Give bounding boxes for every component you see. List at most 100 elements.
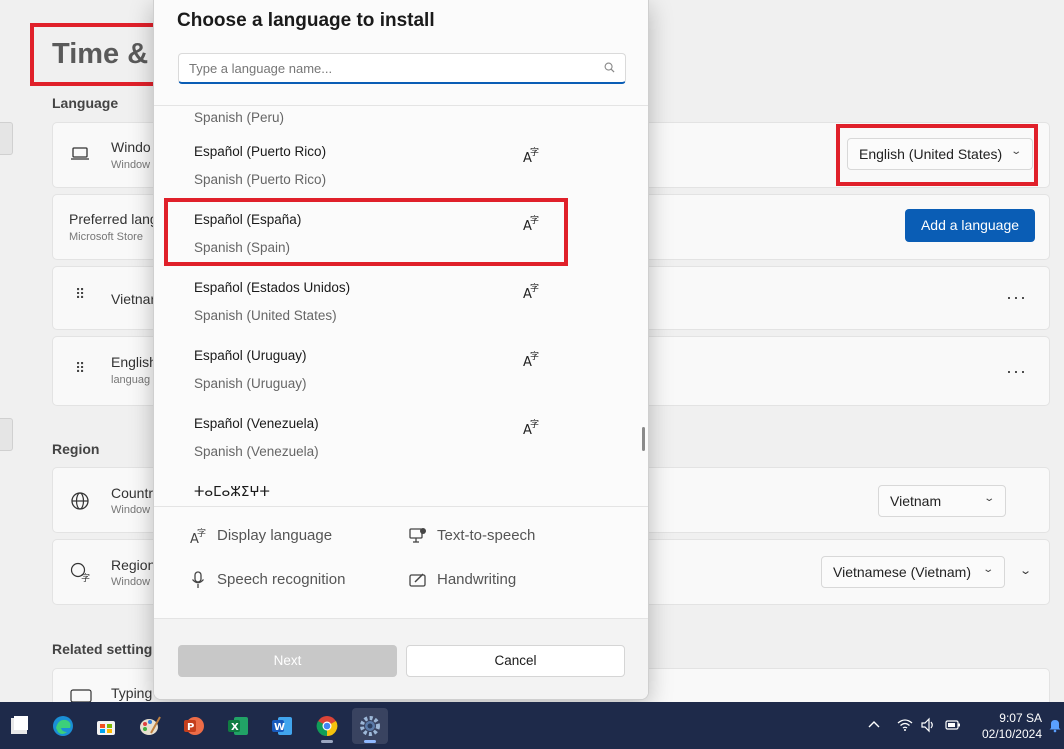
card-subtitle: Window bbox=[111, 159, 151, 171]
language-search-box[interactable] bbox=[178, 53, 626, 84]
display-language-icon: A字 bbox=[190, 527, 206, 545]
nav-edge[interactable] bbox=[0, 418, 13, 451]
globe-icon bbox=[70, 491, 90, 516]
display-language-icon: A字 bbox=[523, 146, 539, 164]
language-native-name: ⵜⴰⵎⴰⵣⵉⵖⵜ bbox=[194, 484, 270, 499]
legend-display-language: Display language bbox=[217, 527, 333, 544]
language-native-name: Español (España) bbox=[194, 212, 302, 227]
drag-handle-icon[interactable]: ⠿ bbox=[75, 287, 85, 301]
add-language-button[interactable]: Add a language bbox=[905, 209, 1035, 242]
taskbar: P X W 9:07 SA 02/10/2024 bbox=[0, 702, 1064, 749]
card-title: Preferred lang bbox=[69, 211, 158, 227]
display-language-icon: A字 bbox=[523, 282, 539, 300]
list-item[interactable]: Español (Estados Unidos) Spanish (United… bbox=[154, 280, 634, 348]
dropdown-value: English (United States) bbox=[859, 146, 1003, 162]
chevron-down-icon: ⌄ bbox=[982, 493, 995, 504]
chrome-icon bbox=[316, 716, 338, 737]
language-english-name: Spanish (Peru) bbox=[194, 110, 285, 125]
taskbar-app-settings[interactable] bbox=[352, 708, 388, 744]
card-subtitle: Microsoft Store bbox=[69, 231, 143, 243]
dropdown-value: Vietnamese (Vietnam) bbox=[833, 564, 971, 580]
svg-text:字: 字 bbox=[530, 214, 539, 226]
text-to-speech-icon bbox=[409, 528, 426, 543]
card-subtitle: Window bbox=[111, 576, 151, 588]
language-english-name: Spanish (Puerto Rico) bbox=[194, 172, 327, 187]
related-settings-label: Related settings bbox=[52, 641, 161, 657]
taskbar-app-chrome[interactable] bbox=[309, 708, 345, 744]
language-native-name: Español (Venezuela) bbox=[194, 416, 319, 431]
more-options-icon[interactable]: ··· bbox=[1006, 287, 1027, 308]
list-item[interactable]: Español (Puerto Rico) Spanish (Puerto Ri… bbox=[154, 144, 634, 212]
list-item[interactable]: Español (Uruguay) Spanish (Uruguay) A字 bbox=[154, 348, 634, 416]
svg-text:字: 字 bbox=[530, 350, 539, 362]
chevron-up-icon[interactable] bbox=[866, 717, 882, 733]
language-english-name: Spanish (Venezuela) bbox=[194, 444, 319, 459]
list-item[interactable]: Español (Venezuela) Spanish (Venezuela) … bbox=[154, 416, 634, 484]
store-icon bbox=[97, 721, 115, 735]
svg-text:字: 字 bbox=[530, 418, 539, 430]
display-language-icon: A字 bbox=[523, 418, 539, 436]
chevron-down-icon: ⌄ bbox=[1009, 146, 1022, 157]
list-scrollbar[interactable] bbox=[642, 427, 645, 451]
wifi-icon[interactable] bbox=[897, 717, 913, 733]
taskbar-app-store[interactable] bbox=[88, 708, 124, 744]
nav-edge[interactable] bbox=[0, 122, 13, 155]
battery-icon[interactable] bbox=[945, 717, 961, 733]
search-icon[interactable] bbox=[604, 62, 615, 73]
svg-text:P: P bbox=[187, 722, 194, 733]
settings-icon bbox=[360, 716, 380, 736]
start-button[interactable] bbox=[2, 708, 38, 744]
language-search-input[interactable] bbox=[179, 54, 579, 82]
svg-text:字: 字 bbox=[197, 527, 206, 539]
regional-format-dropdown[interactable]: Vietnamese (Vietnam) ⌄ bbox=[821, 556, 1005, 588]
dropdown-value: Vietnam bbox=[890, 493, 942, 509]
volume-icon[interactable] bbox=[920, 717, 936, 733]
language-native-name: Español (Puerto Rico) bbox=[194, 144, 327, 159]
list-item[interactable]: ⵜⴰⵎⴰⵣⵉⵖⵜ bbox=[154, 484, 634, 506]
language-list[interactable]: Spanish (Peru) Español (Puerto Rico) Spa… bbox=[154, 106, 648, 506]
excel-icon: X bbox=[228, 717, 248, 735]
powerpoint-icon: P bbox=[184, 717, 204, 735]
card-title: Region bbox=[111, 557, 156, 573]
choose-language-dialog: Choose a language to install Spanish (Pe… bbox=[153, 0, 649, 700]
cancel-button[interactable]: Cancel bbox=[406, 645, 625, 677]
country-dropdown[interactable]: Vietnam ⌄ bbox=[878, 485, 1006, 517]
drag-handle-icon[interactable]: ⠿ bbox=[75, 361, 85, 375]
card-title: Countr bbox=[111, 485, 154, 501]
system-clock[interactable]: 9:07 SA 02/10/2024 bbox=[982, 710, 1042, 742]
card-subtitle: Window bbox=[111, 504, 151, 516]
language-row-subtitle: languag bbox=[111, 374, 151, 386]
edge-icon bbox=[53, 716, 73, 736]
expand-chevron-icon[interactable]: ⌄ bbox=[1019, 564, 1032, 577]
taskbar-app-paint[interactable] bbox=[132, 708, 168, 744]
legend-speech-recognition: Speech recognition bbox=[217, 571, 346, 588]
language-english-name: Spanish (Uruguay) bbox=[194, 376, 307, 391]
taskbar-app-edge[interactable] bbox=[45, 708, 81, 744]
word-icon: W bbox=[272, 717, 292, 735]
display-language-icon: A字 bbox=[523, 350, 539, 368]
taskbar-app-word[interactable]: W bbox=[264, 708, 300, 744]
taskbar-app-powerpoint[interactable]: P bbox=[176, 708, 212, 744]
clock-date: 02/10/2024 bbox=[981, 727, 1042, 741]
divider bbox=[154, 506, 648, 507]
svg-text:X: X bbox=[231, 722, 239, 733]
notification-bell-icon[interactable] bbox=[1047, 717, 1063, 733]
list-item[interactable]: Español (España) Spanish (Spain) A字 bbox=[154, 212, 634, 280]
language-english-name: Spanish (United States) bbox=[194, 308, 337, 323]
handwriting-icon bbox=[409, 573, 426, 587]
next-button[interactable]: Next bbox=[178, 645, 397, 677]
page-title: Time & l bbox=[52, 38, 165, 70]
running-indicator bbox=[321, 740, 333, 743]
svg-text:字: 字 bbox=[530, 282, 539, 294]
card-title: Typing bbox=[111, 685, 153, 701]
more-options-icon[interactable]: ··· bbox=[1006, 361, 1027, 382]
display-language-icon: A字 bbox=[523, 214, 539, 232]
taskbar-app-excel[interactable]: X bbox=[220, 708, 256, 744]
svg-text:W: W bbox=[274, 722, 285, 733]
clock-time: 9:07 SA bbox=[999, 711, 1042, 725]
display-language-dropdown[interactable]: English (United States) ⌄ bbox=[847, 138, 1033, 170]
paint-icon bbox=[140, 716, 161, 735]
language-row-title: English bbox=[111, 354, 157, 370]
microphone-icon bbox=[192, 571, 204, 588]
dialog-title: Choose a language to install bbox=[177, 10, 435, 31]
